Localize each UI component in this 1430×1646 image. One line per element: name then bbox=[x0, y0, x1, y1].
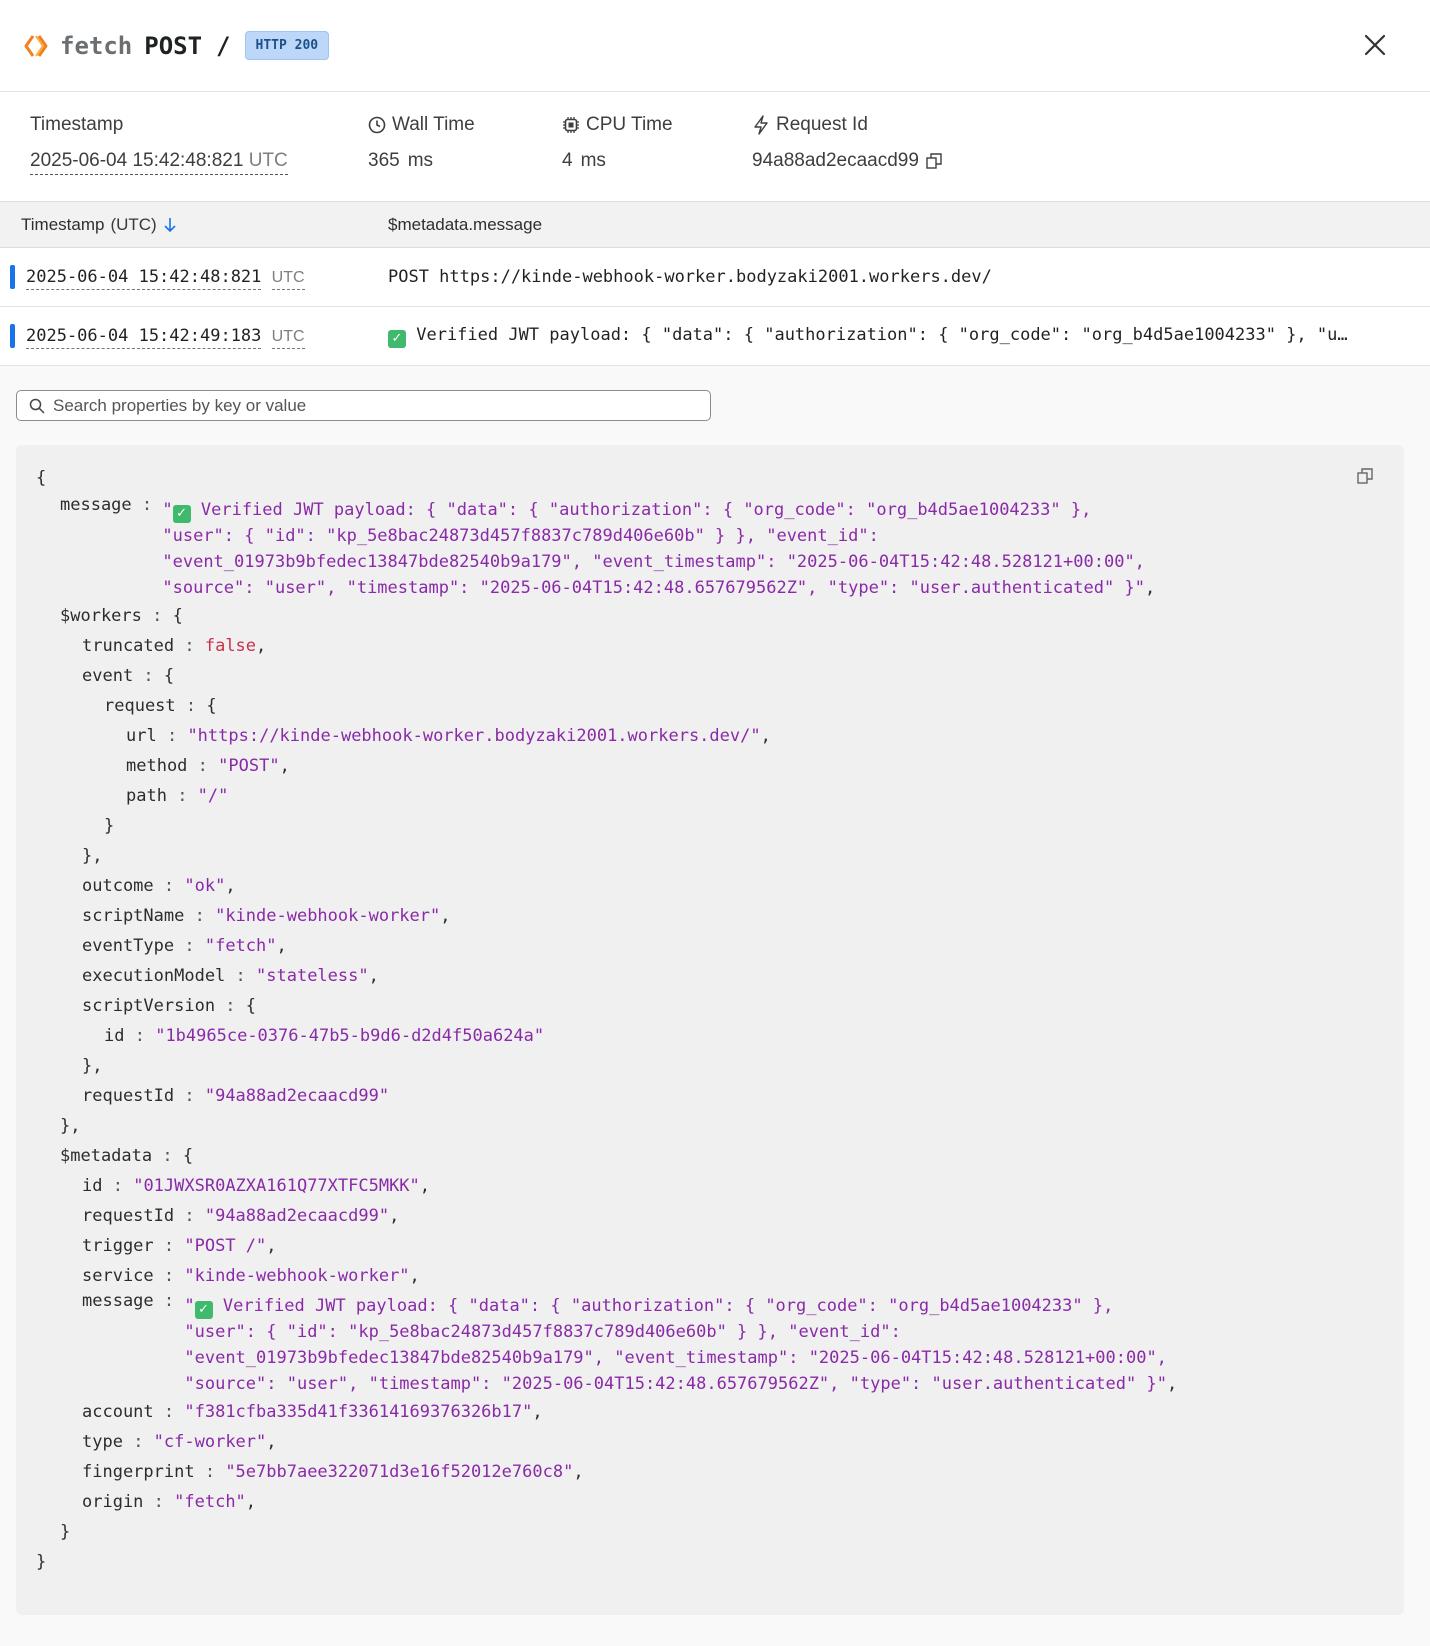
workers-logo-icon bbox=[24, 32, 52, 60]
row-message: ✓ Verified JWT payload: { "data": { "aut… bbox=[388, 325, 1358, 348]
column-header-message[interactable]: $metadata.message bbox=[388, 215, 542, 235]
bolt-icon bbox=[754, 115, 768, 135]
check-icon: ✓ bbox=[172, 505, 191, 523]
request-path: / bbox=[216, 31, 231, 60]
row-timestamp: 2025-06-04 15:42:48:821 bbox=[26, 267, 262, 290]
close-button[interactable] bbox=[1360, 30, 1390, 60]
cpu-time-label: CPU Time bbox=[586, 114, 673, 135]
cpu-icon bbox=[563, 117, 579, 133]
check-icon: ✓ bbox=[388, 329, 406, 348]
page-title: fetch POST / bbox=[60, 32, 245, 60]
timestamp-value[interactable]: 2025-06-04 15:42:48:821 UTC bbox=[30, 150, 288, 175]
json-key-request: request : { bbox=[104, 696, 217, 716]
json-key-requestid: requestId : "94a88ad2ecaacd99" bbox=[82, 1086, 390, 1106]
json-key-event: event : { bbox=[82, 666, 175, 686]
row-message: POST https://kinde-webhook-worker.bodyza… bbox=[388, 267, 992, 287]
json-key-account: account : "f381cfba335d41f33614169376326… bbox=[82, 1402, 543, 1422]
sort-down-arrow-icon[interactable] bbox=[163, 217, 177, 233]
cpu-time-summary: CPU Time 4 ms bbox=[562, 114, 673, 171]
json-key-method: method : "POST", bbox=[126, 756, 290, 776]
json-key-message: message : " ✓ Verified JWT payload: { "da… bbox=[60, 495, 1156, 598]
json-key-url: url : "https://kinde-webhook-worker.body… bbox=[126, 726, 771, 746]
row-marker bbox=[10, 265, 15, 289]
clock-icon bbox=[368, 116, 386, 134]
copy-icon[interactable] bbox=[925, 152, 943, 170]
timestamp-label: Timestamp bbox=[30, 114, 124, 135]
json-key-eventtype: eventType : "fetch", bbox=[82, 936, 287, 956]
json-key-trigger: trigger : "POST /", bbox=[82, 1236, 277, 1256]
timestamp-summary: Timestamp 2025-06-04 15:42:48:821 UTC bbox=[30, 92, 368, 201]
request-id-summary: Request Id 94a88ad2ecaacd99 bbox=[752, 92, 1052, 201]
json-key-executionmodel: executionModel : "stateless", bbox=[82, 966, 379, 986]
search-field[interactable] bbox=[16, 390, 711, 421]
json-key-scriptname: scriptName : "kinde-webhook-worker", bbox=[82, 906, 451, 926]
check-icon: ✓ bbox=[194, 1301, 213, 1319]
json-key-scriptversion-id: id : "1b4965ce-0376-47b5-b9d6-d2d4f50a62… bbox=[104, 1026, 545, 1046]
json-key-type: type : "cf-worker", bbox=[82, 1432, 277, 1452]
search-icon bbox=[29, 398, 45, 414]
summary-bar: Timestamp 2025-06-04 15:42:48:821 UTC Wa… bbox=[0, 92, 1430, 202]
wall-time-label: Wall Time bbox=[392, 114, 475, 135]
json-key-metadata-requestid: requestId : "94a88ad2ecaacd99", bbox=[82, 1206, 400, 1226]
json-key-metadata-message: message : " ✓ Verified JWT payload: { "da… bbox=[82, 1291, 1178, 1394]
row-timestamp: 2025-06-04 15:42:49:183 bbox=[26, 326, 262, 349]
cpu-time-value: 4 bbox=[562, 150, 573, 171]
event-detail: { message : "✓ Verified JWT payload: { "… bbox=[0, 366, 1430, 1646]
table-row[interactable]: 2025-06-04 15:42:48:821 UTC POST https:/… bbox=[0, 248, 1430, 307]
json-key-service: service : "kinde-webhook-worker", bbox=[82, 1266, 420, 1286]
json-key-metadata: $metadata : { bbox=[60, 1146, 194, 1166]
json-key-path: path : "/" bbox=[126, 786, 229, 806]
request-method: POST bbox=[144, 31, 203, 60]
json-viewer: { message : " ✓ Verified JWT payload: { "… bbox=[16, 445, 1404, 1615]
wall-time-summary: Wall Time 365 ms bbox=[368, 114, 475, 171]
search-input[interactable] bbox=[51, 394, 710, 417]
column-header-timestamp[interactable]: Timestamp (UTC) bbox=[0, 215, 388, 235]
status-badge: HTTP 200 bbox=[244, 31, 330, 60]
table-row[interactable]: 2025-06-04 15:42:49:183 UTC ✓ Verified J… bbox=[0, 307, 1430, 366]
json-key-truncated: truncated : false, bbox=[82, 636, 267, 656]
request-id-value: 94a88ad2ecaacd99 bbox=[752, 150, 919, 171]
json-key-metadata-id: id : "01JWXSR0AZXA161Q77XTFC5MKK", bbox=[82, 1176, 431, 1196]
json-key-workers: $workers : { bbox=[60, 606, 183, 626]
log-detail-panel: fetch POST / HTTP 200 Timestamp 2025-06-… bbox=[0, 0, 1430, 1646]
json-key-scriptversion: scriptVersion : { bbox=[82, 996, 257, 1016]
json-key-origin: origin : "fetch", bbox=[82, 1492, 257, 1512]
close-icon bbox=[1364, 34, 1386, 56]
json-key-outcome: outcome : "ok", bbox=[82, 876, 236, 896]
event-type: fetch bbox=[60, 31, 133, 60]
json-key-fingerprint: fingerprint : "5e7bb7aee322071d3e16f5201… bbox=[82, 1462, 584, 1482]
row-marker bbox=[10, 324, 15, 348]
wall-time-value: 365 bbox=[368, 150, 400, 171]
request-id-label: Request Id bbox=[776, 114, 868, 135]
header: fetch POST / HTTP 200 bbox=[0, 0, 1430, 92]
events-table-header: Timestamp (UTC) $metadata.message bbox=[0, 202, 1430, 248]
